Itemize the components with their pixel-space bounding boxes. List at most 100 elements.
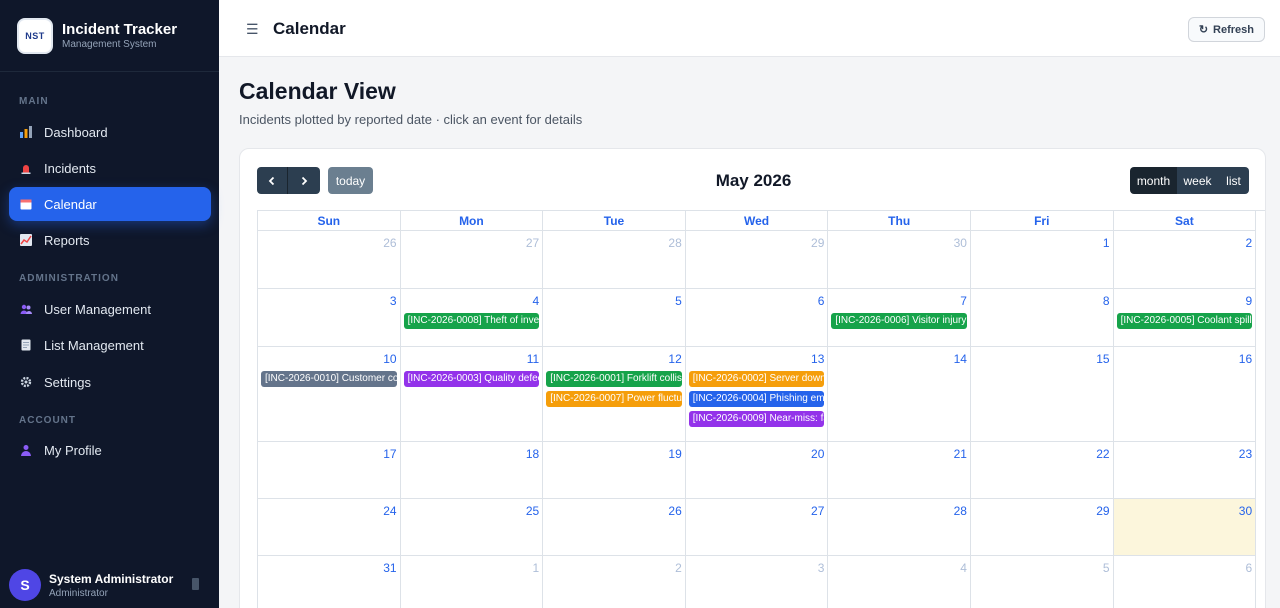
day-number[interactable]: 29 [1096, 504, 1109, 518]
day-number[interactable]: 23 [1239, 447, 1252, 461]
day-number[interactable]: 22 [1096, 447, 1109, 461]
day-number[interactable]: 4 [533, 294, 540, 308]
day-cell[interactable]: 29 [970, 499, 1114, 556]
day-number[interactable]: 1 [1103, 236, 1110, 250]
day-cell[interactable]: 30 [828, 231, 971, 289]
day-number[interactable]: 17 [383, 447, 396, 461]
day-cell[interactable]: 17 [258, 442, 401, 499]
day-cell[interactable]: 26 [543, 499, 686, 556]
calendar-event[interactable]: [INC-2026-0009] Near-miss: falling [688, 411, 825, 427]
day-number[interactable]: 19 [668, 447, 681, 461]
day-number[interactable]: 27 [526, 236, 539, 250]
day-cell[interactable]: 15 [970, 347, 1114, 442]
day-number[interactable]: 10 [383, 352, 396, 366]
logout-icon[interactable] [192, 578, 199, 590]
view-list-button[interactable]: list [1218, 167, 1249, 194]
sidebar-item-settings[interactable]: Settings [9, 365, 211, 399]
day-cell[interactable]: 28 [543, 231, 686, 289]
day-cell[interactable]: 12 [INC-2026-0001] Forklift collision [INC… [543, 347, 686, 442]
day-cell[interactable]: 9 [INC-2026-0005] Coolant spill [1113, 289, 1257, 347]
day-cell[interactable]: 27 [400, 231, 544, 289]
day-number[interactable]: 2 [1245, 236, 1252, 250]
day-number[interactable]: 28 [668, 236, 681, 250]
day-number[interactable]: 31 [383, 561, 396, 575]
day-number[interactable]: 25 [526, 504, 539, 518]
day-number[interactable]: 29 [811, 236, 824, 250]
day-cell[interactable]: 31 [258, 556, 401, 608]
app-logo[interactable]: NST [17, 17, 53, 54]
day-cell[interactable]: 24 [258, 499, 401, 556]
calendar-event[interactable]: [INC-2026-0005] Coolant spill [1116, 313, 1253, 329]
day-cell[interactable]: 5 [543, 289, 686, 347]
day-number[interactable]: 30 [954, 236, 967, 250]
day-cell[interactable]: 14 [828, 347, 971, 442]
day-cell[interactable]: 11 [INC-2026-0003] Quality defect [400, 347, 544, 442]
sidebar-item-dashboard[interactable]: Dashboard [9, 115, 211, 149]
day-number[interactable]: 24 [383, 504, 396, 518]
sidebar-item-user-management[interactable]: User Management [9, 292, 211, 326]
sidebar-item-my-profile[interactable]: My Profile [9, 433, 211, 467]
day-cell[interactable]: 6 [685, 289, 829, 347]
day-number[interactable]: 5 [675, 294, 682, 308]
day-number[interactable]: 11 [527, 352, 539, 366]
day-cell[interactable]: 1 [970, 231, 1114, 289]
sidebar-item-incidents[interactable]: Incidents [9, 151, 211, 185]
day-cell[interactable]: 6 [1114, 556, 1257, 608]
day-cell[interactable]: 20 [685, 442, 829, 499]
calendar-event[interactable]: [INC-2026-0010] Customer complaint [261, 371, 397, 387]
sidebar-item-calendar[interactable]: Calendar [9, 187, 211, 221]
day-cell[interactable]: 13 [INC-2026-0002] Server downtime [INC-20… [685, 347, 829, 442]
menu-icon[interactable]: ☰ [246, 22, 259, 36]
calendar-event[interactable]: [INC-2026-0003] Quality defect [403, 371, 540, 387]
day-number[interactable]: 8 [1103, 294, 1110, 308]
user-card[interactable]: S System Administrator Administrator [9, 562, 211, 608]
day-number[interactable]: 26 [383, 236, 396, 250]
calendar-event[interactable]: [INC-2026-0007] Power fluctuation [546, 391, 682, 407]
day-number[interactable]: 1 [533, 561, 540, 575]
day-cell[interactable]: 18 [400, 442, 544, 499]
day-cell[interactable]: 29 [685, 231, 829, 289]
calendar-event[interactable]: [INC-2026-0001] Forklift collision [546, 371, 682, 387]
view-week-button[interactable]: week [1177, 167, 1218, 194]
sidebar-item-list-management[interactable]: List Management [9, 328, 211, 362]
day-number[interactable]: 6 [1245, 561, 1252, 575]
day-number[interactable]: 7 [960, 294, 967, 308]
day-cell[interactable]: 4 [INC-2026-0008] Theft of inventory [400, 289, 544, 347]
day-number[interactable]: 15 [1096, 352, 1109, 366]
day-number[interactable]: 3 [818, 561, 825, 575]
day-cell[interactable]: 22 [970, 442, 1114, 499]
day-cell[interactable]: 27 [685, 499, 829, 556]
day-cell[interactable]: 19 [543, 442, 686, 499]
calendar-event[interactable]: [INC-2026-0008] Theft of inventory [403, 313, 540, 329]
day-cell[interactable]: 30 [1113, 499, 1257, 556]
refresh-button[interactable]: ↻ Refresh [1187, 17, 1265, 42]
day-cell[interactable]: 8 [970, 289, 1114, 347]
day-number[interactable]: 5 [1103, 561, 1110, 575]
day-number[interactable]: 3 [390, 294, 397, 308]
day-cell[interactable]: 7 [INC-2026-0006] Visitor injury [828, 289, 971, 347]
day-number[interactable]: 18 [526, 447, 539, 461]
day-cell[interactable]: 2 [543, 556, 686, 608]
day-number[interactable]: 20 [811, 447, 824, 461]
day-cell[interactable]: 5 [971, 556, 1114, 608]
day-cell[interactable]: 1 [401, 556, 544, 608]
day-number[interactable]: 13 [811, 352, 824, 366]
day-number[interactable]: 21 [954, 447, 967, 461]
day-cell[interactable]: 2 [1113, 231, 1257, 289]
calendar-event[interactable]: [INC-2026-0004] Phishing email [688, 391, 825, 407]
day-number[interactable]: 4 [960, 561, 967, 575]
day-cell[interactable]: 28 [828, 499, 971, 556]
day-number[interactable]: 14 [954, 352, 967, 366]
day-number[interactable]: 2 [675, 561, 682, 575]
day-number[interactable]: 28 [954, 504, 967, 518]
day-number[interactable]: 9 [1245, 294, 1252, 308]
day-cell[interactable]: 4 [828, 556, 971, 608]
day-cell[interactable]: 3 [686, 556, 829, 608]
day-cell[interactable]: 10 [INC-2026-0010] Customer complaint [258, 347, 401, 442]
day-number[interactable]: 26 [668, 504, 681, 518]
day-cell[interactable]: 23 [1113, 442, 1257, 499]
day-cell[interactable]: 25 [400, 499, 544, 556]
day-number[interactable]: 27 [811, 504, 824, 518]
calendar-event[interactable]: [INC-2026-0002] Server downtime [688, 371, 825, 387]
view-month-button[interactable]: month [1130, 167, 1177, 194]
